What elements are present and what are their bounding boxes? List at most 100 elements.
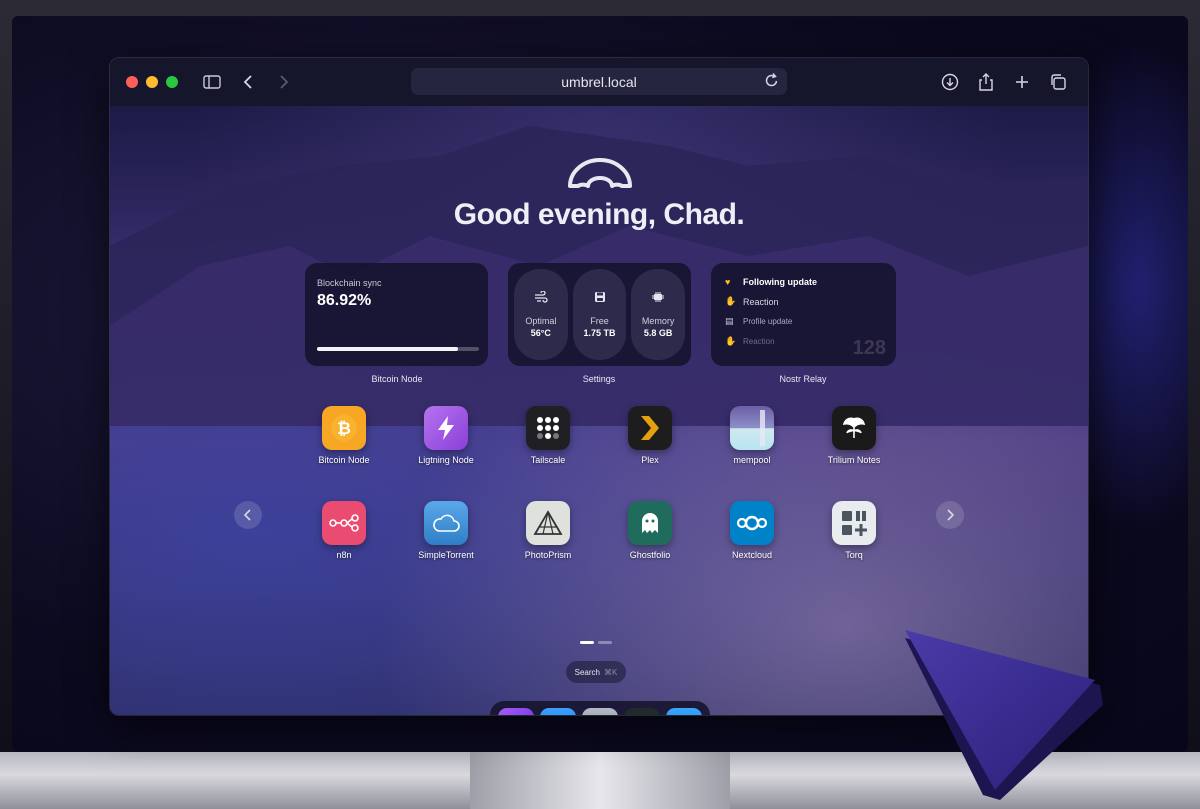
feed-item-label: Profile update	[743, 317, 793, 326]
app-label: PhotoPrism	[524, 550, 572, 560]
cursor-pointer-icon	[905, 630, 1103, 800]
app-nextcloud[interactable]: Nextcloud	[707, 501, 797, 560]
feed-item-label: Reaction	[743, 296, 779, 307]
search-button[interactable]: Search ⌘K	[566, 661, 626, 683]
sidebar-toggle-icon[interactable]	[200, 70, 224, 94]
browser-window: umbrel.local Good evening, Chad. Blockch…	[109, 57, 1089, 716]
feed-item-label: Following update	[743, 277, 817, 287]
storage-label: Free	[590, 316, 609, 326]
fan-icon	[534, 290, 548, 306]
dock-home[interactable]	[498, 708, 534, 715]
memory-label: Memory	[641, 316, 675, 326]
search-shortcut: ⌘K	[604, 667, 618, 677]
dock-widgets[interactable]	[666, 708, 702, 716]
page-indicator	[580, 641, 612, 644]
app-photoprism[interactable]: PhotoPrism	[503, 501, 593, 560]
app-ghostfolio[interactable]: Ghostfolio	[605, 501, 695, 560]
app-label: Ghostfolio	[629, 550, 671, 560]
app-tailscale[interactable]: Tailscale	[503, 406, 593, 465]
settings-widget[interactable]: Optimal 56°C Free 1.75 TB Memory 5.8 GB	[508, 263, 691, 366]
umbrel-logo-icon	[568, 158, 632, 188]
heart-icon: ♥	[725, 277, 731, 287]
app-label: Plex	[641, 455, 659, 465]
bitcoin-icon: ₿	[322, 406, 366, 450]
blockchain-sync-value: 86.92%	[317, 292, 372, 309]
ghost-icon	[628, 501, 672, 545]
blockchain-sync-label: Blockchain sync	[317, 278, 382, 288]
next-page-button[interactable]	[936, 501, 964, 529]
url-text: umbrel.local	[561, 73, 637, 90]
app-torq[interactable]: Torq	[809, 501, 899, 560]
n8n-icon	[322, 501, 366, 545]
back-icon[interactable]	[236, 70, 260, 94]
app-label: mempool	[733, 455, 771, 465]
app-mempool[interactable]: mempool	[707, 406, 797, 465]
storage-value: 1.75 TB	[583, 328, 616, 338]
temperature-value: 56°C	[530, 328, 551, 338]
temperature-label: Optimal	[525, 316, 557, 326]
feed-item-label: Reaction	[743, 337, 775, 346]
search-label: Search	[574, 667, 600, 677]
app-label: SimpleTorrent	[418, 550, 474, 560]
tab-overview-icon[interactable]	[1046, 70, 1070, 94]
plex-icon	[628, 406, 672, 450]
forward-icon[interactable]	[272, 70, 296, 94]
disk-icon	[594, 291, 606, 306]
window-controls	[126, 76, 178, 88]
trilium-icon	[832, 406, 876, 450]
bitcoin-widget-caption: Bitcoin Node	[371, 374, 423, 384]
minimize-window-button[interactable]	[146, 76, 158, 88]
dock-app-store[interactable]	[540, 708, 576, 715]
app-label: Tailscale	[530, 455, 566, 465]
share-icon[interactable]	[974, 70, 998, 94]
app-bitcoin-node[interactable]: ₿ Bitcoin Node	[299, 406, 389, 465]
settings-widget-caption: Settings	[582, 374, 616, 384]
address-bar[interactable]: umbrel.local	[411, 68, 787, 95]
tailscale-icon	[526, 406, 570, 450]
torq-icon	[832, 501, 876, 545]
app-plex[interactable]: Plex	[605, 406, 695, 465]
umbrel-home: Good evening, Chad. Blockchain sync 86.9…	[110, 106, 1088, 716]
nextcloud-icon	[730, 501, 774, 545]
app-label: Torq	[845, 550, 863, 560]
dock	[490, 701, 710, 716]
app-label: n8n	[336, 550, 352, 560]
app-simpletorrent[interactable]: SimpleTorrent	[401, 501, 491, 560]
downloads-icon[interactable]	[938, 70, 962, 94]
dock-settings[interactable]	[582, 708, 618, 715]
widgets-icon	[671, 715, 697, 716]
feed-item: ▤ Profile update	[725, 316, 882, 327]
photoprism-icon	[526, 501, 570, 545]
sync-progress-fill	[317, 347, 458, 351]
app-n8n[interactable]: n8n	[299, 501, 389, 560]
app-label: Bitcoin Node	[318, 455, 370, 465]
app-lightning-node[interactable]: Ligtning Node	[401, 406, 491, 465]
close-window-button[interactable]	[126, 76, 138, 88]
page-dot-active[interactable]	[580, 641, 594, 644]
feed-item: ✋ Reaction	[725, 296, 882, 307]
page-dot[interactable]	[598, 641, 612, 644]
app-trilium-notes[interactable]: Trilium Notes	[809, 406, 899, 465]
memory-pill: Memory 5.8 GB	[631, 269, 686, 360]
maximize-window-button[interactable]	[166, 76, 178, 88]
cloud-icon	[424, 501, 468, 545]
new-tab-icon[interactable]	[1010, 70, 1034, 94]
storage-pill: Free 1.75 TB	[572, 269, 627, 360]
document-icon: ▤	[725, 316, 734, 326]
previous-page-button[interactable]	[234, 501, 262, 529]
mempool-icon	[730, 406, 774, 450]
dock-activity-monitor[interactable]	[624, 708, 660, 715]
temperature-pill: Optimal 56°C	[514, 269, 568, 360]
app-label: Ligtning Node	[418, 455, 474, 465]
nostr-relay-widget[interactable]: ♥ Following update ✋ Reaction ▤ Profile …	[711, 263, 896, 366]
lightning-icon	[424, 406, 468, 450]
reload-icon[interactable]	[765, 72, 779, 91]
app-label: Trilium Notes	[827, 455, 881, 465]
nostr-event-count: 128	[852, 337, 886, 359]
thumbs-up-icon: ✋	[725, 336, 737, 346]
sync-progress-bar	[317, 347, 479, 351]
thumbs-up-icon: ✋	[725, 296, 737, 306]
svg-text:₿: ₿	[337, 419, 351, 439]
bitcoin-node-widget[interactable]: Blockchain sync 86.92%	[305, 263, 488, 366]
app-label: Nextcloud	[731, 550, 773, 560]
